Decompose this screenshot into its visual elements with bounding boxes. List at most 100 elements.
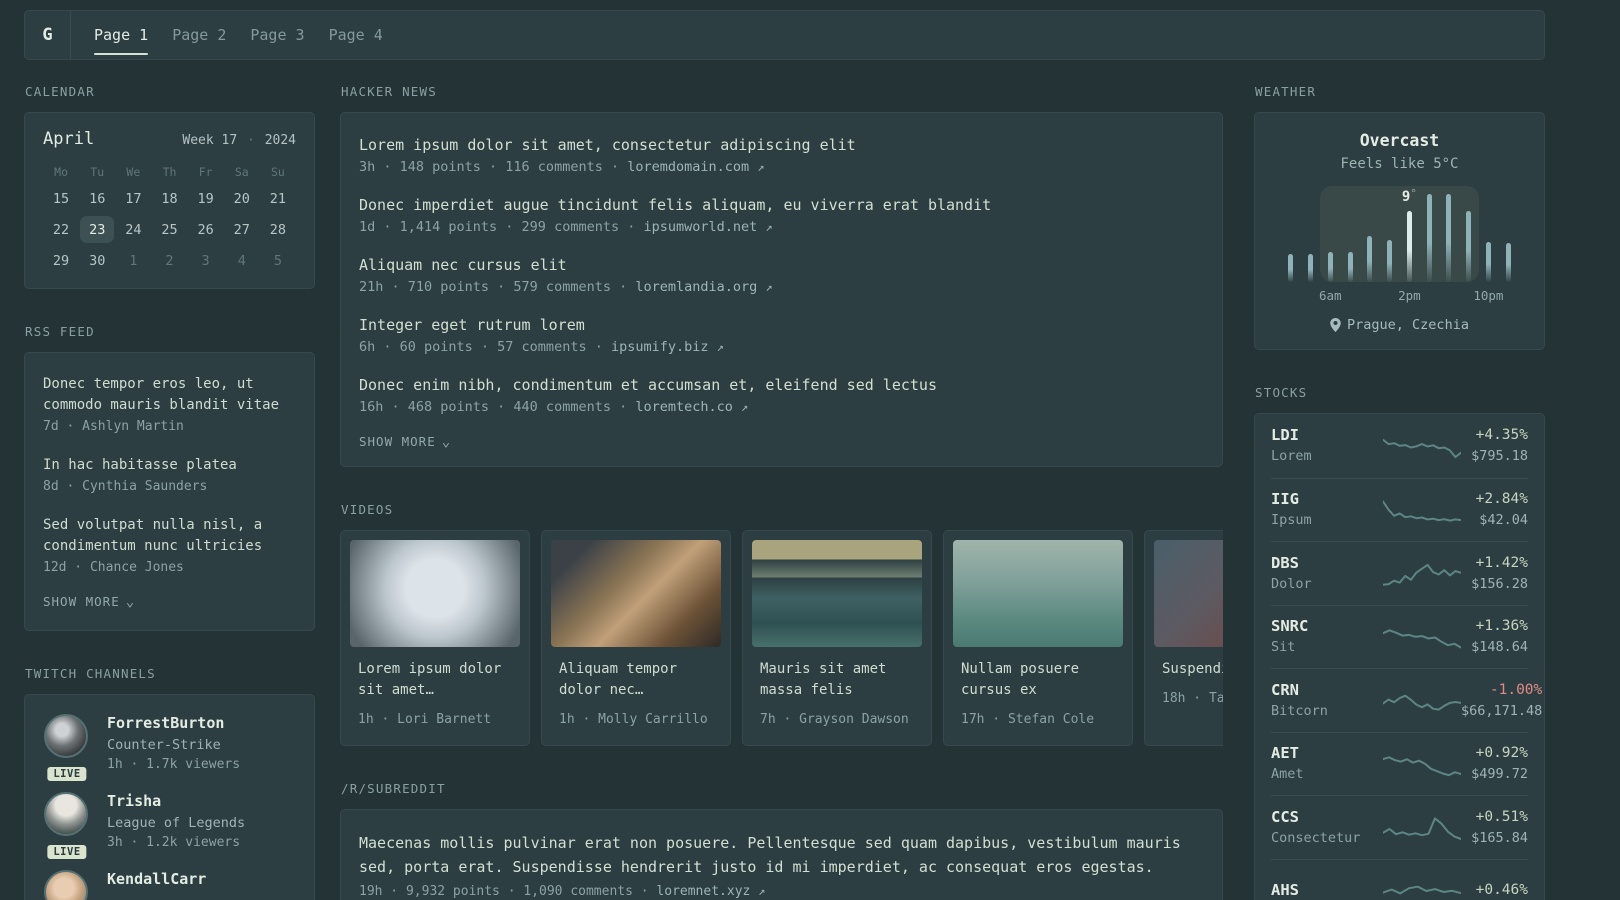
- calendar-day: 4: [237, 252, 246, 269]
- subreddit-widget: /R/SUBREDDIT Maecenas mollis pulvinar er…: [340, 781, 1223, 900]
- day-of-week-label: Tu: [90, 165, 105, 179]
- avatar: [44, 714, 88, 758]
- video-card[interactable]: Lorem ipsum dolor sit amet consectetu… 1…: [340, 530, 530, 746]
- calendar-day: 28: [269, 221, 287, 238]
- subreddit-post-domain[interactable]: loremnet.xyz: [656, 884, 750, 899]
- calendar-day: 18: [161, 190, 178, 207]
- hackernews-item-title[interactable]: Donec enim nibh, condimentum et accumsan…: [359, 374, 1204, 396]
- stock-identity: IIG Ipsum: [1271, 489, 1383, 530]
- hackernews-item-domain[interactable]: loremdomain.com: [627, 159, 749, 175]
- calendar-year: 2024: [264, 133, 296, 148]
- separator-dot: ·: [247, 133, 255, 148]
- stock-row[interactable]: AET Amet +0.92% $499.72: [1271, 731, 1528, 796]
- video-thumbnail: [752, 540, 922, 647]
- twitch-channel-game: League of Legends: [107, 815, 246, 831]
- page-tab-label: Page 2: [172, 26, 227, 44]
- calendar-days: 15 16 17 18 19 20 21 22 23 24 25 26 27 28 29 30 1 2 3 4 5: [43, 185, 296, 274]
- stock-row[interactable]: SNRC Sit +1.36% $148.64: [1271, 604, 1528, 669]
- stock-name: Amet: [1271, 766, 1304, 783]
- video-card[interactable]: Mauris sit amet massa felis 7h · Grayson…: [742, 530, 932, 746]
- stock-row[interactable]: CRN Bitcorn -1.00% $66,171.48: [1271, 668, 1542, 732]
- subreddit-post-title[interactable]: Maecenas mollis pulvinar erat non posuer…: [359, 831, 1204, 879]
- video-meta: 18h · Tara: [1162, 691, 1223, 706]
- hackernews-item-meta: 1d · 1,414 points · 299 comments · ipsum…: [359, 216, 1204, 238]
- app-logo[interactable]: G: [25, 11, 71, 59]
- hackernews-item-stats: 21h · 710 points · 579 comments ·: [359, 279, 636, 295]
- temperature-bar: [1327, 252, 1333, 282]
- weather-time-ticks: 6am 2pm 10pm: [1281, 288, 1518, 304]
- video-card[interactable]: Nullam posuere cursus ex 17h · Stefan Co…: [943, 530, 1133, 746]
- page-tab[interactable]: Page 1: [94, 11, 149, 59]
- temperature-bar-slot: [1479, 194, 1499, 282]
- show-more-label: SHOW MORE: [43, 594, 120, 609]
- hackernews-item-title[interactable]: Lorem ipsum dolor sit amet, consectetur …: [359, 134, 1204, 156]
- calendar-day: 15: [52, 190, 70, 207]
- calendar-month: April: [43, 129, 95, 149]
- stock-price: $795.18: [1471, 448, 1528, 465]
- hackernews-item-domain[interactable]: loremlandia.org: [635, 279, 757, 295]
- hackernews-item-domain[interactable]: ipsumify.biz: [611, 339, 709, 355]
- external-link-icon: ↗: [765, 280, 773, 294]
- hackernews-item-title[interactable]: Donec imperdiet augue tincidunt felis al…: [359, 194, 1204, 216]
- hackernews-item-title[interactable]: Aliquam nec cursus elit: [359, 254, 1204, 276]
- rss-item-meta: 12d · Chance Jones: [43, 560, 184, 575]
- temperature-bar-slot: [1498, 194, 1518, 282]
- stocks-widget: STOCKS LDI Lorem +4.35% $795.18 IIG Ipsu…: [1254, 385, 1545, 900]
- videos-carousel: Lorem ipsum dolor sit amet consectetu… 1…: [340, 530, 1223, 746]
- video-meta: 1h · Lori Barnett: [358, 712, 492, 727]
- hackernews-item-domain[interactable]: ipsumworld.net: [643, 219, 757, 235]
- video-card[interactable]: Aliquam tempor dolor nec pharetra… 1h · …: [541, 530, 731, 746]
- stock-name: Lorem: [1271, 448, 1312, 465]
- stock-row[interactable]: CCS Consectetur +0.51% $165.84: [1271, 795, 1528, 859]
- subreddit-post: Maecenas mollis pulvinar erat non posuer…: [359, 831, 1204, 899]
- stock-row[interactable]: IIG Ipsum +2.84% $42.04: [1271, 477, 1528, 542]
- twitch-channel-row[interactable]: LIVE ForrestBurton Counter-Strike 1h · 1…: [43, 713, 296, 781]
- twitch-channel-row[interactable]: LIVE Trisha League of Legends 3h · 1.2k …: [43, 791, 296, 859]
- stock-sparkline: [1383, 694, 1461, 711]
- rss-item-title[interactable]: Sed volutpat nulla nisl, a condimentum n…: [43, 515, 296, 557]
- rss-show-more-button[interactable]: SHOW MORE ⌄: [43, 594, 296, 609]
- stock-sparkline: [1383, 756, 1461, 776]
- stock-identity: CRN Bitcorn: [1271, 680, 1383, 721]
- calendar-day: 30: [89, 252, 106, 269]
- hackernews-show-more-button[interactable]: SHOW MORE ⌄: [359, 434, 1204, 449]
- stock-row[interactable]: LDI Lorem +4.35% $795.18: [1271, 414, 1528, 478]
- stock-values: -1.00% $66,171.48: [1461, 680, 1542, 721]
- stock-values: +1.42% $156.28: [1461, 553, 1528, 594]
- page-tab-label: Page 4: [328, 26, 383, 44]
- page-tab[interactable]: Page 4: [329, 11, 383, 59]
- video-card[interactable]: Suspendisse diam 18h · Tara: [1144, 530, 1223, 746]
- hackernews-item-domain[interactable]: loremtech.co: [635, 399, 733, 415]
- hackernews-item-title[interactable]: Integer eget rutrum lorem: [359, 314, 1204, 336]
- day-of-week-label: Fr: [198, 165, 213, 179]
- hackernews-section-label: HACKER NEWS: [341, 84, 437, 99]
- weather-location-label: Prague, Czechia: [1347, 317, 1469, 333]
- rss-item: Sed volutpat nulla nisl, a condimentum n…: [43, 515, 296, 578]
- weather-section-label: WEATHER: [1255, 84, 1317, 99]
- stock-symbol: IIG: [1271, 490, 1299, 509]
- calendar-day: 5: [273, 252, 282, 269]
- temperature-bar: [1466, 210, 1472, 282]
- stock-row[interactable]: DBS Dolor +1.42% $156.28: [1271, 541, 1528, 605]
- calendar-day: 22: [52, 221, 70, 238]
- stock-values: +2.84% $42.04: [1461, 489, 1528, 530]
- day-of-week-label: Mo: [54, 165, 68, 179]
- stock-symbol: AET: [1271, 744, 1299, 763]
- chevron-down-icon: ⌄: [125, 593, 136, 610]
- rss-item-title[interactable]: In hac habitasse platea: [43, 455, 296, 476]
- temperature-bar-slot: [1380, 194, 1400, 282]
- video-title: Nullam posuere cursus ex: [961, 661, 1080, 698]
- stock-values: +4.35% $795.18: [1461, 425, 1528, 466]
- page-tab[interactable]: Page 2: [172, 11, 226, 59]
- stock-values: +0.46%: [1461, 880, 1528, 900]
- twitch-channel-game: Counter-Strike: [107, 737, 221, 753]
- stock-row[interactable]: AHS +0.46%: [1271, 858, 1528, 900]
- rss-item-title[interactable]: Donec tempor eros leo, ut commodo mauris…: [43, 374, 296, 416]
- calendar-week: Week 17: [182, 133, 238, 148]
- twitch-channel-row[interactable]: LIVE KendallCarr: [43, 869, 296, 900]
- stock-sparkline: [1383, 438, 1461, 458]
- hackernews-item-meta: 6h · 60 points · 57 comments · ipsumify.…: [359, 336, 1204, 358]
- calendar-day: 29: [52, 252, 70, 269]
- page-tab[interactable]: Page 3: [250, 11, 304, 59]
- twitch-channel-name: ForrestBurton: [107, 714, 225, 732]
